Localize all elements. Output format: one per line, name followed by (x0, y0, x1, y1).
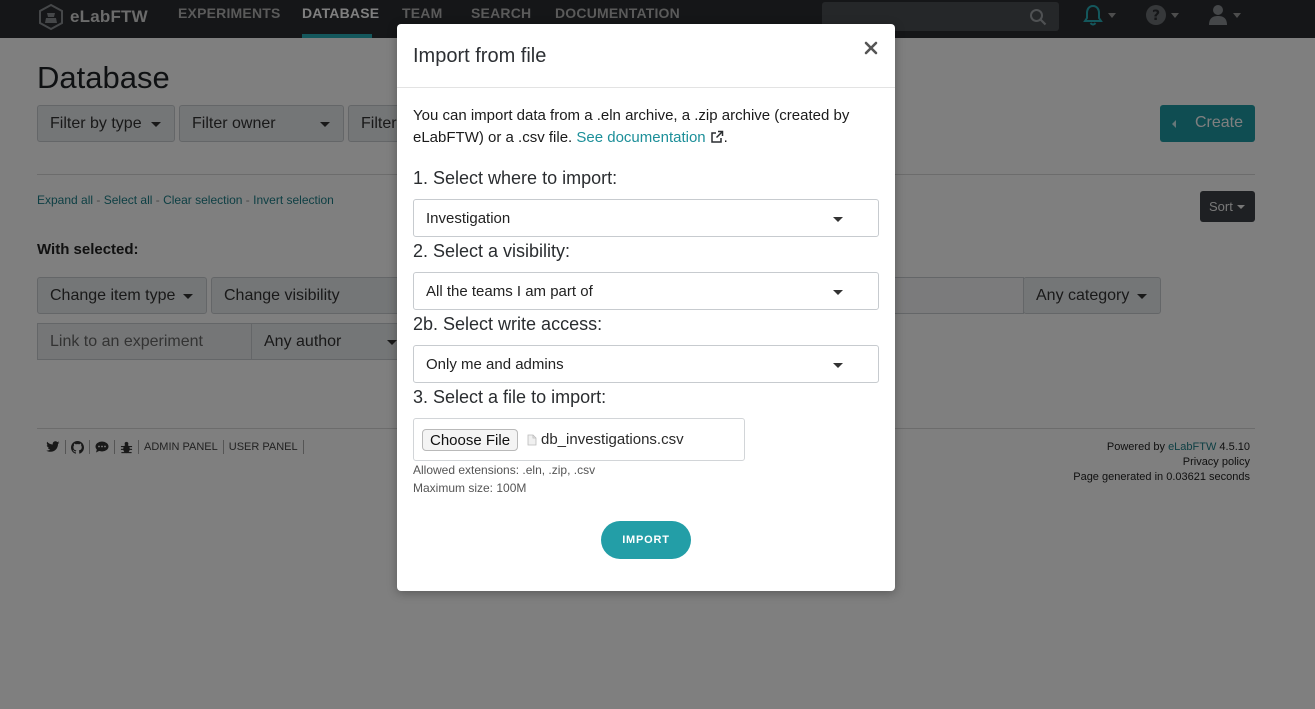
step3-label: 3. Select a file to import: (413, 387, 607, 407)
modal-title: Import from file (413, 45, 547, 67)
import-from-file-modal: Import from file You can import data fro… (397, 24, 895, 591)
import-target-select[interactable]: Investigation (413, 199, 879, 237)
selected-file-name: db_investigations.csv (541, 431, 684, 448)
external-link-icon (710, 130, 723, 143)
step2b-label: 2b. Select write access: (413, 314, 603, 334)
see-documentation-link[interactable]: See documentation (576, 129, 723, 146)
import-description: You can import data from a .eln archive,… (413, 105, 883, 149)
chevron-down-icon (833, 217, 843, 222)
allowed-extensions-hint: Allowed extensions: .eln, .zip, .csv (413, 463, 596, 477)
write-access-select[interactable]: Only me and admins (413, 345, 879, 383)
choose-file-button[interactable]: Choose File (422, 429, 519, 451)
modal-header: Import from file (397, 24, 895, 88)
file-input[interactable]: Choose File db_investigations.csv (413, 418, 745, 461)
visibility-select[interactable]: All the teams I am part of (413, 272, 879, 310)
max-size-hint: Maximum size: 100M (413, 481, 527, 495)
chevron-down-icon (833, 290, 843, 295)
step2-label: 2. Select a visibility: (413, 241, 571, 261)
write-access-value: Only me and admins (426, 355, 564, 373)
import-target-value: Investigation (426, 209, 511, 227)
step1-label: 1. Select where to import: (413, 168, 618, 188)
see-documentation-label: See documentation (576, 129, 706, 146)
close-icon[interactable] (863, 40, 879, 56)
chevron-down-icon (833, 363, 843, 368)
description-period: . (723, 129, 728, 146)
import-button[interactable]: IMPORT (601, 521, 691, 559)
visibility-value: All the teams I am part of (426, 282, 593, 300)
file-icon (527, 434, 537, 446)
